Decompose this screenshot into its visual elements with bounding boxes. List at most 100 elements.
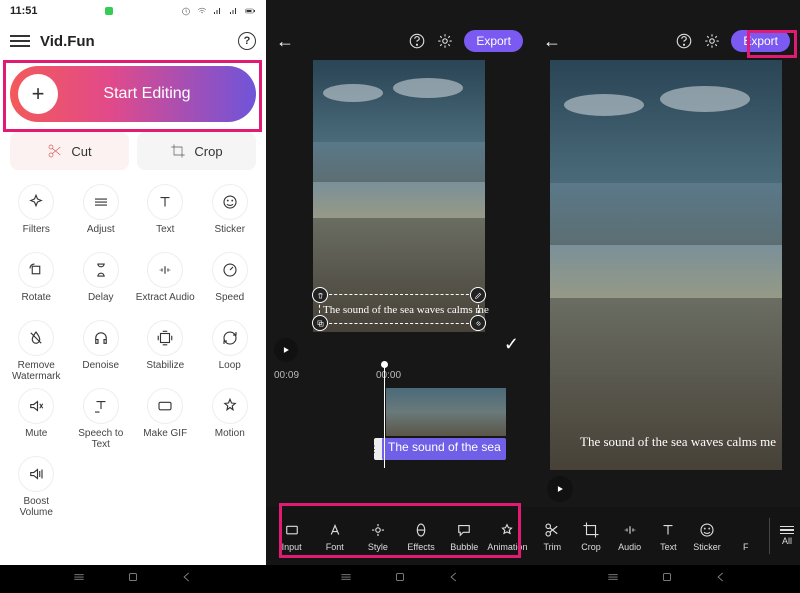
tool-text[interactable]: Text: [135, 184, 196, 246]
nav-home-icon[interactable]: [660, 570, 674, 589]
menu-icon[interactable]: [10, 35, 30, 47]
text-toolbar: InputFont Style Effects Bubble Animation: [266, 507, 533, 565]
status-bar: [266, 0, 533, 22]
help-icon[interactable]: ?: [238, 32, 256, 50]
nav-back-icon[interactable]: [180, 570, 194, 589]
nav-recent-icon[interactable]: [72, 570, 86, 589]
tool-filters[interactable]: Filters: [6, 184, 67, 246]
maintool-label: Sticker: [693, 542, 721, 552]
bubble-icon: [455, 521, 473, 539]
play-button[interactable]: [547, 476, 573, 502]
texttool-style[interactable]: Style: [356, 521, 399, 552]
settings-icon[interactable]: [703, 32, 721, 50]
tool-mute[interactable]: Mute: [6, 388, 67, 450]
crop-button[interactable]: Crop: [137, 132, 256, 170]
texttool-label: Bubble: [450, 542, 478, 552]
texttool-font[interactable]: Font: [313, 521, 356, 552]
speech-text-icon: [83, 388, 119, 424]
status-bar: 11:51: [0, 0, 266, 22]
timeline-thumbnails[interactable]: [386, 388, 506, 436]
tool-remove-watermark[interactable]: Remove Watermark: [6, 320, 67, 382]
maintool-text[interactable]: Text: [649, 521, 688, 552]
alarm-icon: [180, 5, 192, 17]
nav-back-icon[interactable]: [714, 570, 728, 589]
resize-handle-icon[interactable]: [470, 315, 486, 331]
tool-label: Extract Audio: [136, 292, 195, 314]
edit-handle-icon[interactable]: [470, 287, 486, 303]
settings-icon[interactable]: [436, 32, 454, 50]
all-label: All: [782, 536, 792, 546]
export-button[interactable]: Export: [464, 30, 523, 52]
extract-audio-icon: [147, 252, 183, 288]
app-title: Vid.Fun: [40, 33, 238, 50]
start-editing-button[interactable]: + Start Editing: [10, 66, 256, 122]
all-tools-button[interactable]: All: [780, 526, 794, 547]
nav-back-icon[interactable]: [447, 570, 461, 589]
wifi-icon: [196, 5, 208, 17]
tool-label: Filters: [23, 224, 50, 246]
cut-label: Cut: [71, 144, 91, 159]
caption-track[interactable]: The sound of the sea: [382, 438, 506, 460]
texttool-label: Effects: [407, 542, 434, 552]
video-preview[interactable]: The sound of the sea waves calms me: [313, 60, 485, 332]
tool-boost-volume[interactable]: Boost Volume: [6, 456, 67, 518]
maintool-trim[interactable]: Trim: [533, 521, 572, 552]
status-bar: [533, 0, 800, 22]
texttool-effects[interactable]: Effects: [400, 521, 443, 552]
maintool-audio[interactable]: Audio: [610, 521, 649, 552]
play-button[interactable]: [274, 338, 298, 362]
mute-icon: [18, 388, 54, 424]
style-gear-icon: [369, 521, 387, 539]
maintool-label: Text: [660, 542, 677, 552]
export-button[interactable]: Export: [731, 30, 790, 52]
tool-make-gif[interactable]: Make GIF: [135, 388, 196, 450]
nav-recent-icon[interactable]: [339, 570, 353, 589]
gauge-icon: [212, 252, 248, 288]
delete-handle-icon[interactable]: [312, 287, 328, 303]
tool-rotate[interactable]: Rotate: [6, 252, 67, 314]
back-button[interactable]: ←: [543, 31, 561, 52]
back-button[interactable]: ←: [276, 31, 294, 52]
crop-label: Crop: [194, 144, 222, 159]
maintool-sticker[interactable]: Sticker: [688, 521, 727, 552]
nav-recent-icon[interactable]: [606, 570, 620, 589]
tool-extract-audio[interactable]: Extract Audio: [135, 252, 196, 314]
cut-button[interactable]: Cut: [10, 132, 129, 170]
tool-delay[interactable]: Delay: [71, 252, 132, 314]
confirm-icon[interactable]: ✓: [504, 334, 519, 355]
playhead[interactable]: [384, 364, 385, 468]
texttool-animation[interactable]: Animation: [486, 521, 529, 552]
maintool-crop[interactable]: Crop: [572, 521, 611, 552]
status-app-indicator: [105, 7, 113, 15]
help-icon[interactable]: [408, 32, 426, 50]
tool-sticker[interactable]: Sticker: [200, 184, 261, 246]
tool-label: Speech to Text: [71, 428, 132, 450]
texttool-bubble[interactable]: Bubble: [443, 521, 486, 552]
tool-motion[interactable]: Motion: [200, 388, 261, 450]
nav-home-icon[interactable]: [393, 570, 407, 589]
crop-icon: [582, 521, 600, 539]
tool-speech-to-text[interactable]: Speech to Text: [71, 388, 132, 450]
texttool-label: Animation: [487, 542, 527, 552]
tool-speed[interactable]: Speed: [200, 252, 261, 314]
nav-home-icon[interactable]: [126, 570, 140, 589]
text-t-icon: [147, 184, 183, 220]
texttool-label: Style: [368, 542, 388, 552]
hourglass-icon: [83, 252, 119, 288]
tool-stabilize[interactable]: Stabilize: [135, 320, 196, 382]
copy-handle-icon[interactable]: [312, 315, 328, 331]
tool-adjust[interactable]: Adjust: [71, 184, 132, 246]
scissors-icon: [47, 143, 63, 159]
more-icon: [737, 521, 755, 539]
maintool-f[interactable]: F: [726, 521, 765, 552]
tool-loop[interactable]: Loop: [200, 320, 261, 382]
texttool-input[interactable]: Input: [270, 521, 313, 552]
video-preview[interactable]: The sound of the sea waves calms me: [550, 60, 782, 470]
tool-label: Speed: [215, 292, 244, 314]
sparkle-icon: [18, 184, 54, 220]
text-overlay[interactable]: The sound of the sea waves calms me: [323, 304, 489, 316]
tool-label: Boost Volume: [6, 496, 67, 518]
smiley-icon: [698, 521, 716, 539]
help-icon[interactable]: [675, 32, 693, 50]
tool-denoise[interactable]: Denoise: [71, 320, 132, 382]
